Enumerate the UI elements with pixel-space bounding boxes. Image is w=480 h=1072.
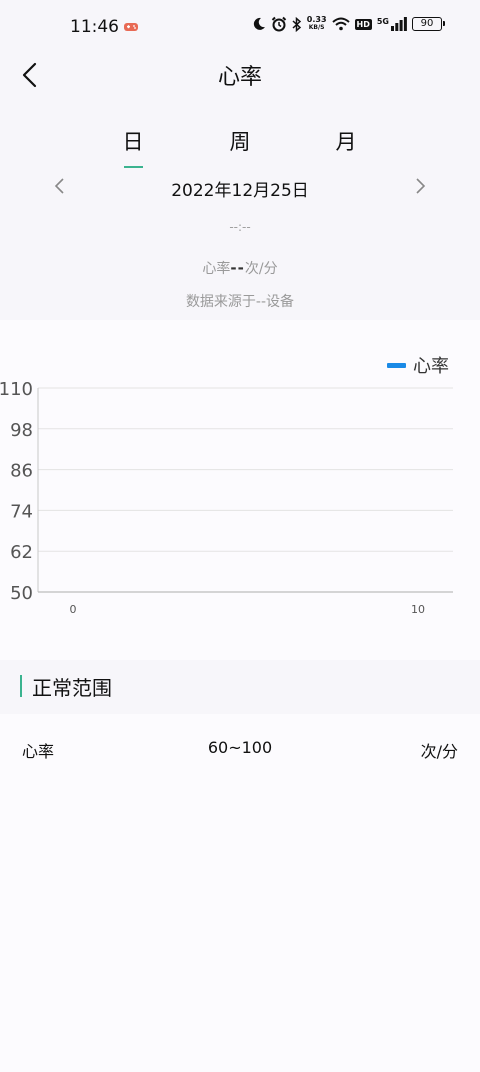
moon-icon	[253, 17, 265, 30]
status-bar: 11:46 0.33 KB/S HD 5G 90	[0, 0, 480, 56]
summary-panel: 日 周 月 2022年12月25日 --:-- 心率--次/分 数据来源于--设…	[0, 96, 480, 320]
active-tab-indicator	[124, 166, 143, 168]
tab-day[interactable]: 日	[103, 126, 163, 156]
hr-value: --	[230, 259, 245, 277]
y-tick-label: 62	[10, 542, 33, 563]
legend-label: 心率	[413, 356, 449, 377]
time-range: --:--	[229, 220, 251, 234]
header-bar: 心率	[0, 56, 480, 96]
range-value: 60~100	[207, 738, 273, 757]
section-accent-bar	[20, 675, 22, 697]
game-controller-icon	[124, 23, 138, 31]
chevron-right-icon[interactable]	[408, 174, 432, 198]
page-title: 心率	[217, 65, 262, 90]
hd-badge: HD	[354, 18, 372, 30]
y-tick-label: 86	[10, 461, 33, 482]
range-row: 心率 60~100 次/分	[0, 714, 480, 784]
signal-icon	[391, 17, 407, 31]
legend-swatch	[387, 363, 406, 368]
net-speed-unit: KB/S	[308, 24, 325, 31]
data-source: 数据来源于--设备	[185, 294, 295, 310]
heart-rate-summary: 心率--次/分	[0, 258, 480, 278]
x-tick-label: 0	[70, 603, 77, 616]
tab-month[interactable]: 月	[316, 126, 376, 156]
alarm-icon	[271, 16, 286, 32]
y-tick-label: 50	[10, 583, 33, 604]
tab-week[interactable]: 周	[210, 126, 270, 156]
network-speed: 0.33 KB/S	[307, 16, 327, 32]
hr-label: 心率	[202, 261, 231, 277]
hr-unit: 次/分	[244, 261, 278, 277]
y-tick-label: 98	[10, 420, 33, 441]
normal-range-header: 正常范围	[0, 660, 480, 714]
5g-label: 5G	[376, 17, 389, 26]
bluetooth-icon	[292, 16, 301, 32]
y-tick-label: 110	[0, 379, 33, 400]
y-tick-label: 74	[10, 501, 33, 522]
status-icons: 0.33 KB/S HD 5G 90	[252, 16, 445, 32]
wifi-icon	[331, 17, 350, 31]
normal-range-title: 正常范围	[32, 676, 112, 700]
battery-indicator: 90	[412, 17, 445, 31]
status-time: 11:46	[70, 17, 119, 37]
x-tick-label: 10	[411, 603, 425, 616]
chart-svg: 110 98 86 74 62 50 0 10 心率	[0, 356, 453, 616]
heart-rate-chart: 110 98 86 74 62 50 0 10 心率	[0, 320, 480, 640]
net-speed-value: 0.33	[306, 15, 327, 24]
range-unit: 次/分	[420, 742, 458, 761]
